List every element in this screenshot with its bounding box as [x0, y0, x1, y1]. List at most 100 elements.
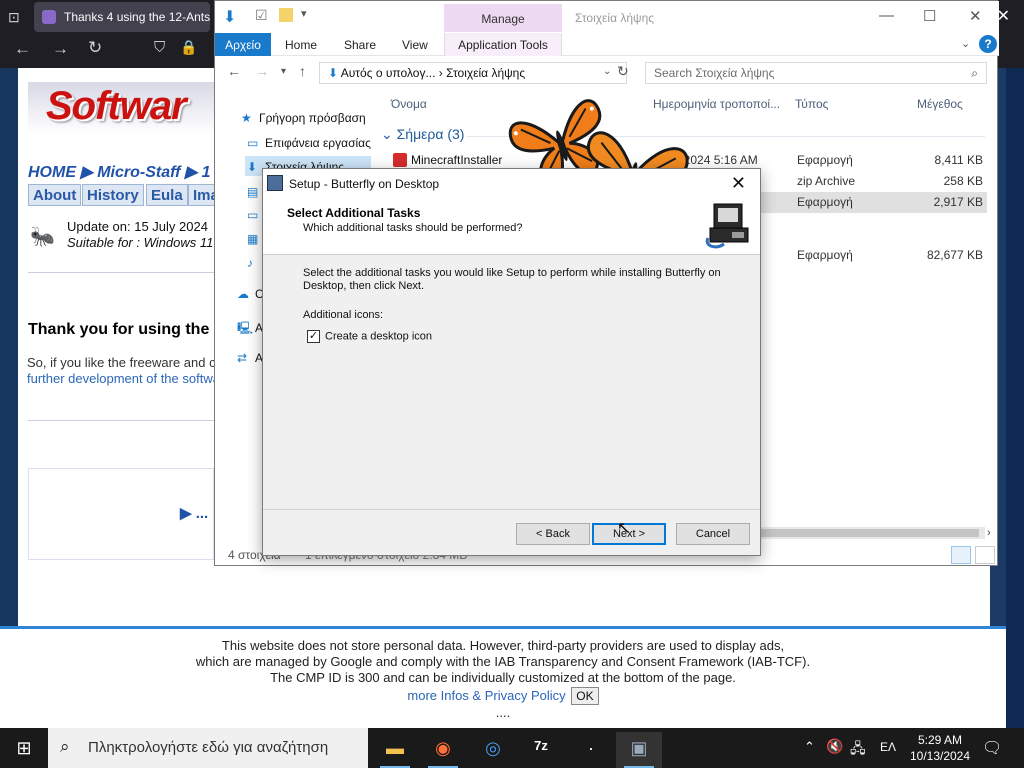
back-icon[interactable]: ← — [14, 39, 31, 59]
taskbar-clock[interactable]: 5:29 AM 10/13/2024 — [908, 732, 972, 764]
properties-icon[interactable]: ☑ — [255, 7, 268, 24]
forward-icon[interactable]: → — [52, 39, 69, 59]
site-nav-eula[interactable]: Eula — [146, 184, 188, 206]
privacy-policy-link[interactable]: more Infos & Privacy Policy — [407, 688, 565, 703]
tab-list-icon[interactable]: ⊡ — [8, 9, 20, 26]
close-icon[interactable]: ✕ — [969, 7, 982, 25]
cancel-button[interactable]: Cancel — [676, 523, 750, 545]
taskbar-search-placeholder: Πληκτρολογήστε εδώ για αναζήτηση — [88, 739, 329, 756]
new-folder-icon[interactable] — [279, 8, 293, 22]
nav-desktop[interactable]: ▭ Επιφάνεια εργασίας — [247, 136, 371, 150]
taskbar-app-icon[interactable]: · — [568, 732, 614, 768]
up-icon[interactable]: ↑ — [299, 63, 306, 79]
large-icons-view-icon[interactable] — [975, 546, 995, 564]
cloud-icon: ☁ — [237, 287, 249, 301]
divider — [28, 420, 214, 421]
setup-description: Select the additional tasks you would li… — [303, 267, 721, 292]
ribbon-tabs — [215, 33, 999, 56]
search-icon[interactable]: ⌕ — [971, 66, 978, 81]
recent-locations-icon[interactable]: ▾ — [281, 66, 286, 77]
star-icon: ★ — [241, 111, 252, 125]
desktop-icon-option[interactable]: ✓ Create a desktop icon — [307, 330, 432, 343]
explorer-title: Στοιχεία λήψης — [575, 11, 655, 25]
reload-icon[interactable]: ↻ — [88, 38, 102, 58]
windows-start-icon[interactable]: ⊞ — [0, 728, 48, 768]
scroll-right-icon[interactable]: › — [987, 527, 991, 539]
column-type[interactable]: Τύπος — [795, 97, 828, 111]
minimize-icon[interactable]: — — [879, 7, 894, 24]
close-icon[interactable]: ✕ — [731, 173, 746, 194]
expand-ribbon-icon[interactable]: ⌄ — [961, 37, 970, 50]
desktop-icon-checkbox[interactable]: ✓ — [307, 330, 320, 343]
lock-icon[interactable]: 🔒 — [180, 39, 197, 56]
installer-computer-icon — [702, 198, 758, 252]
additional-icons-label: Additional icons: — [303, 309, 384, 321]
setup-titlebar: Setup - Butterfly on Desktop ✕ — [263, 169, 760, 197]
show-hidden-icons-icon[interactable]: ⌃ — [804, 739, 815, 755]
file-explorer-taskbar-icon[interactable]: ▬ — [372, 732, 418, 768]
consent-banner: This website does not store personal dat… — [0, 626, 1006, 728]
maximize-icon[interactable]: ☐ — [923, 7, 936, 25]
manage-context-tab[interactable]: Manage — [444, 4, 562, 32]
tab-view[interactable]: View — [402, 38, 428, 52]
back-icon[interactable]: ← — [227, 63, 241, 79]
clock-date: 10/13/2024 — [909, 749, 971, 763]
7zip-taskbar-icon[interactable]: 7z — [518, 732, 564, 768]
support-link[interactable]: further development of the softwa — [27, 371, 220, 386]
search-input[interactable]: Search Στοιχεία λήψης ⌕ — [645, 62, 987, 84]
chrome-taskbar-icon[interactable]: ◎ — [470, 732, 516, 768]
site-nav-about[interactable]: About — [28, 184, 82, 206]
shield-icon[interactable]: ⛉ — [154, 39, 165, 56]
language-indicator[interactable]: ΕΛ — [880, 740, 896, 754]
update-date: Update on: 15 July 2024 — [67, 219, 208, 234]
scrollbar-thumb[interactable] — [761, 529, 979, 537]
network-icon[interactable]: 🖧 — [850, 738, 866, 762]
site-nav-history[interactable]: History — [82, 184, 144, 206]
column-date[interactable]: Ημερομηνία τροποποί... — [653, 97, 780, 111]
nav-this-pc[interactable]: 🖳 A — [237, 319, 263, 340]
promo-link[interactable]: ▶ ... — [180, 504, 208, 522]
consent-line-2: which are managed by Google and comply w… — [195, 654, 811, 669]
consent-ok-button[interactable]: OK — [571, 687, 599, 705]
breadcrumb[interactable]: HOME ▶ Micro-Staff ▶ 1 — [28, 162, 211, 182]
volume-muted-icon[interactable]: 🔇 — [826, 738, 843, 755]
tab-home[interactable]: Home — [285, 38, 317, 52]
column-size[interactable]: Μέγεθος — [917, 97, 963, 111]
collapse-chevron-icon: ⌄ — [381, 126, 397, 142]
refresh-icon[interactable]: ↻ — [617, 63, 629, 80]
address-path: Αυτός ο υπολογ... › Στοιχεία λήψης — [340, 66, 526, 80]
computer-icon: 🖳 — [237, 321, 254, 335]
setup-taskbar-icon[interactable]: ▣ — [616, 732, 662, 768]
suitable-for: Suitable for : Windows 11 — [67, 235, 214, 250]
browser-tab[interactable]: Thanks 4 using the 12-Ants — [34, 2, 210, 32]
firefox-taskbar-icon[interactable]: ◉ — [420, 732, 466, 768]
setup-heading: Select Additional Tasks — [287, 206, 421, 220]
setup-subheading: Which additional tasks should be perform… — [303, 222, 523, 234]
tab-file[interactable]: Αρχείο — [215, 33, 271, 56]
nav-onedrive[interactable]: ☁ C — [237, 287, 264, 301]
details-view-icon[interactable] — [951, 546, 971, 564]
taskbar-search-input[interactable]: ⌕ Πληκτρολογήστε εδώ για αναζήτηση — [48, 728, 368, 768]
help-icon[interactable]: ? — [979, 35, 997, 53]
setup-header: Select Additional Tasks Which additional… — [263, 197, 760, 255]
forward-icon[interactable]: → — [255, 63, 269, 79]
address-bar[interactable]: ⬇ Αυτός ο υπολογ... › Στοιχεία λήψης — [319, 62, 627, 84]
nav-network[interactable]: ⇄ A — [237, 351, 263, 365]
customize-toolbar-icon[interactable]: ▾ — [301, 7, 307, 20]
address-dropdown-icon[interactable]: ⌄ — [603, 66, 611, 77]
group-header-today[interactable]: ⌄ Σήμερα (3) — [381, 126, 464, 143]
ant-icon: 🐜 — [30, 226, 55, 248]
back-button[interactable]: < Back — [516, 523, 590, 545]
address-row: ← → ▾ ↑ ⬇ Αυτός ο υπολογ... › Στοιχεία λ… — [215, 57, 999, 89]
site-scrollbar[interactable] — [1006, 68, 1024, 728]
tab-application-tools[interactable]: Application Tools — [444, 33, 562, 56]
download-arrow-icon[interactable]: ⬇ — [223, 7, 236, 27]
site-logo[interactable]: Softwar — [46, 84, 187, 129]
tab-favicon-icon — [42, 10, 56, 24]
tab-share[interactable]: Share — [344, 38, 376, 52]
notifications-icon[interactable]: 🗨 — [982, 738, 1002, 758]
consent-line-3: The CMP ID is 300 and can be individuall… — [270, 670, 736, 685]
support-text: So, if you like the freeware and c — [27, 355, 216, 370]
column-name[interactable]: Όνομα — [391, 97, 427, 111]
nav-quick-access[interactable]: ★ Γρήγορη πρόσβαση — [241, 111, 366, 125]
